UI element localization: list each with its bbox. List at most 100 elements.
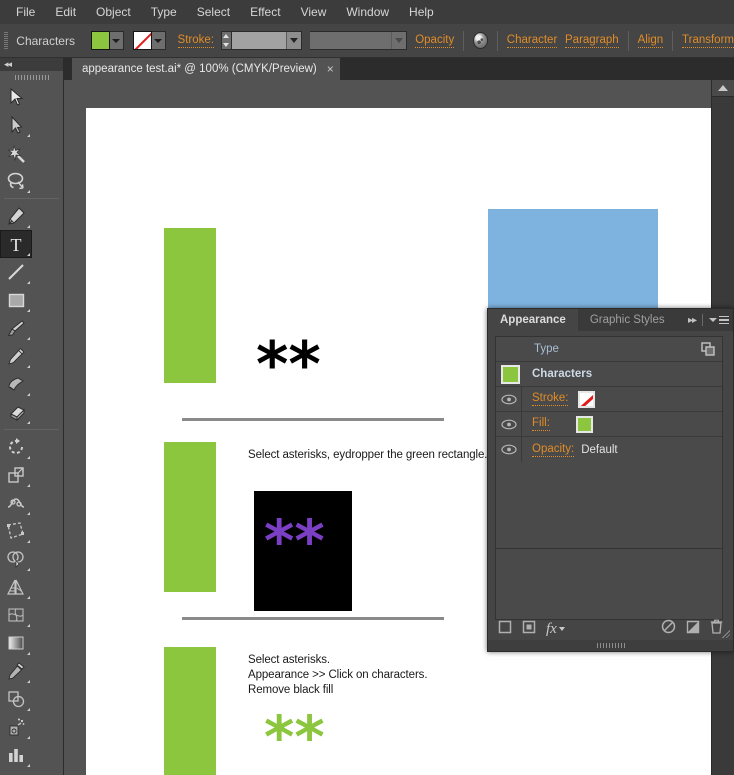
blob-brush-tool[interactable] [0,370,32,398]
stroke-color-swatch-none[interactable] [578,390,596,408]
appearance-row-characters-label: Characters [532,368,593,380]
symbol-sprayer-tool[interactable] [0,713,32,741]
tools-panel-header[interactable]: ◂◂ [0,58,63,71]
fill-swatch-dropdown[interactable] [109,31,124,50]
asterisks-green[interactable]: ** [264,708,325,766]
transform-link[interactable]: Transform [682,34,734,48]
green-bar-1[interactable] [164,228,216,383]
menu-effect[interactable]: Effect [240,2,290,22]
align-link[interactable]: Align [637,34,664,48]
fill-swatch[interactable] [90,31,110,50]
stroke-weight-combo[interactable] [231,31,302,50]
stroke-profile-dropdown[interactable] [390,32,406,49]
menu-view[interactable]: View [291,2,337,22]
panel-menu-icon[interactable] [709,315,729,325]
stroke-swatch-none[interactable] [132,31,152,50]
blend-tool[interactable] [0,685,32,713]
line-segment-tool[interactable] [0,258,32,286]
collapse-to-icons-icon[interactable]: ▸▸ [688,315,697,326]
pen-tool[interactable] [0,202,32,230]
opacity-visibility-toggle[interactable] [496,437,522,462]
tab-graphic-styles[interactable]: Graphic Styles [578,309,677,331]
appearance-row-fill[interactable]: Fill: [496,412,722,437]
characters-fill-swatch[interactable] [501,364,520,384]
scale-tool[interactable] [0,461,32,489]
mesh-tool[interactable] [0,601,32,629]
rectangle-tool[interactable] [0,286,32,314]
asterisks-purple[interactable]: ** [264,512,325,570]
add-new-effect-icon[interactable]: fx [546,621,565,638]
stroke-label[interactable]: Stroke: [177,34,214,48]
control-bar-context-label: Characters [16,33,75,48]
shape-builder-tool[interactable] [0,545,32,573]
appearance-row-stroke-label[interactable]: Stroke: [532,392,569,406]
close-icon[interactable]: × [327,63,334,75]
paintbrush-tool[interactable] [0,314,32,342]
menu-type[interactable]: Type [141,2,187,22]
tools-panel-grip[interactable] [0,71,63,83]
width-tool[interactable] [0,489,32,517]
appearance-row-opacity[interactable]: Opacity: Default [496,437,722,462]
character-link[interactable]: Character [506,34,558,48]
stroke-swatch-dropdown[interactable] [151,31,166,50]
magic-wand-tool[interactable] [0,139,32,167]
appearance-list-empty-area[interactable] [495,549,723,620]
stroke-weight-dropdown[interactable] [285,32,301,49]
lasso-tool[interactable] [0,167,32,195]
green-bar-2[interactable] [164,442,216,592]
duplicate-icon[interactable] [701,342,715,361]
appearance-item-list[interactable]: Type Characters Stroke: Fill: Opacity: D… [495,336,723,549]
appearance-row-characters[interactable]: Characters [496,362,722,387]
tool-flyout-indicator [27,596,30,599]
appearance-row-opacity-label[interactable]: Opacity: [532,443,575,457]
opacity-label[interactable]: Opacity [415,34,455,48]
gradient-tool[interactable] [0,629,32,657]
artboard-tool[interactable] [0,769,32,775]
menu-object[interactable]: Object [86,2,141,22]
direct-selection-tool[interactable] [0,111,32,139]
stroke-weight-stepper[interactable] [220,31,232,50]
scroll-up-button[interactable] [712,80,734,97]
stroke-profile-combo[interactable] [310,31,407,50]
eyedropper-tool[interactable] [0,657,32,685]
free-transform-tool[interactable] [0,517,32,545]
fill-visibility-toggle[interactable] [496,412,522,436]
menu-help[interactable]: Help [399,2,444,22]
asterisks-black[interactable]: ** [256,334,321,396]
opacity-sphere-icon[interactable] [473,32,488,49]
rotate-tool[interactable] [0,433,32,461]
appearance-row-fill-label[interactable]: Fill: [532,417,550,431]
tab-appearance[interactable]: Appearance [488,309,578,331]
tool-flyout-indicator [27,365,30,368]
paragraph-link[interactable]: Paragraph [565,34,619,48]
stroke-visibility-toggle[interactable] [496,387,522,411]
fill-color-swatch[interactable] [575,415,593,433]
type-tool[interactable]: T [0,230,32,258]
stroke-weight-field[interactable] [220,31,302,50]
column-graph-tool[interactable] [0,741,32,769]
tool-flyout-indicator [27,736,30,739]
fill-swatch-group[interactable] [90,31,124,50]
add-new-stroke-icon[interactable] [498,620,512,639]
clear-appearance-icon[interactable] [661,619,676,639]
add-new-fill-icon[interactable] [522,620,536,639]
perspective-grid-tool[interactable] [0,573,32,601]
menu-select[interactable]: Select [187,2,240,22]
menu-window[interactable]: Window [336,2,399,22]
pencil-tool[interactable] [0,342,32,370]
document-tab[interactable]: appearance test.ai* @ 100% (CMYK/Preview… [72,58,340,80]
green-bar-3[interactable] [164,647,216,775]
chevron-down-icon [394,38,403,43]
selection-tool[interactable] [0,83,32,111]
stroke-swatch-group[interactable] [132,31,166,50]
panel-bottom-grip[interactable] [488,640,733,651]
control-bar-grip[interactable] [4,31,9,50]
duplicate-selected-item-icon[interactable] [686,620,700,639]
panel-resize-handle[interactable] [721,629,730,638]
appearance-row-stroke[interactable]: Stroke: [496,387,722,412]
collapse-panel-icon[interactable]: ◂◂ [4,59,12,70]
menu-edit[interactable]: Edit [45,2,86,22]
eraser-tool[interactable] [0,398,32,426]
menu-file[interactable]: File [6,2,45,22]
appearance-row-type[interactable]: Type [496,337,722,362]
